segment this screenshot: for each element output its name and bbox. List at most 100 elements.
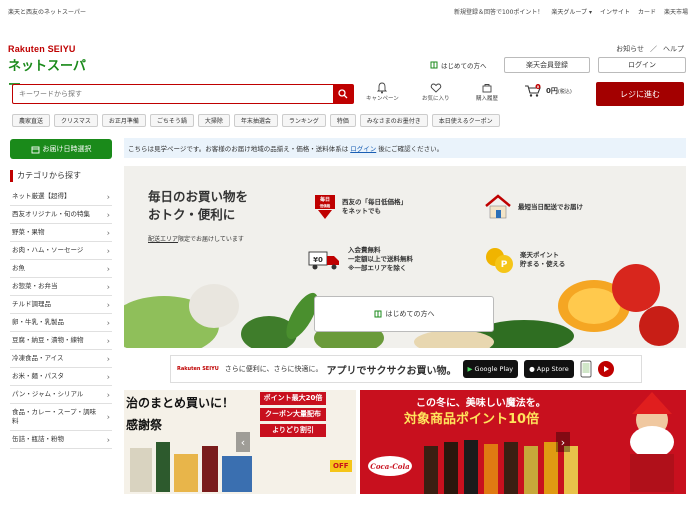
login-button[interactable]: ログイン bbox=[598, 57, 686, 73]
category-tab[interactable]: 大掃除 bbox=[197, 114, 230, 127]
category-item-label: お魚 bbox=[12, 264, 25, 272]
search-row: キャンペーン お気に入り 購入履歴 0 0円(税込) レジに進む bbox=[12, 82, 684, 106]
chevron-right-icon: › bbox=[106, 264, 110, 273]
coca-cola-logo: Coca-Cola bbox=[368, 456, 412, 476]
heart-icon bbox=[430, 83, 441, 93]
category-item[interactable]: チルド調理品 › bbox=[10, 296, 112, 314]
category-item[interactable]: 西友オリジナル・旬の特集 › bbox=[10, 206, 112, 224]
category-item[interactable]: 卵・牛乳・乳製品 › bbox=[10, 314, 112, 332]
feature-line: 一定額以上で送料無料 bbox=[348, 255, 413, 263]
app-promo-banner[interactable]: Rakuten SEIYU さらに便利に、さらに快適に。 アプリでサクサクお買い… bbox=[170, 355, 642, 383]
promo-right-line2: 対象商品ポイント10倍 bbox=[404, 412, 540, 427]
category-item[interactable]: お肉・ハム・ソーセージ › bbox=[10, 242, 112, 260]
category-item[interactable]: お惣菜・お弁当 › bbox=[10, 278, 112, 296]
search-box bbox=[12, 84, 354, 104]
hero-first-time-label: はじめての方へ bbox=[385, 310, 435, 318]
google-play-label: Google Play bbox=[474, 365, 514, 373]
search-button[interactable] bbox=[333, 85, 353, 103]
favorites-link[interactable]: お気に入り bbox=[422, 82, 450, 102]
chevron-right-icon: › bbox=[106, 318, 110, 327]
category-item[interactable]: 野菜・果物 › bbox=[10, 224, 112, 242]
notice-link[interactable]: お知らせ bbox=[616, 44, 644, 54]
chevron-right-icon: › bbox=[106, 336, 110, 345]
play-button[interactable] bbox=[597, 361, 614, 377]
hero-title: 毎日のお買い物を おトク・便利に bbox=[148, 188, 248, 224]
campaign-link[interactable]: キャンペーン bbox=[366, 82, 399, 102]
app-banner-text2: アプリでサクサクお買い物。 bbox=[326, 365, 457, 377]
category-tab[interactable]: 本日使えるクーポン bbox=[431, 114, 500, 127]
top-link-group[interactable]: 楽天グループ ▾ bbox=[551, 7, 592, 16]
category-tab[interactable]: ランキング bbox=[281, 114, 326, 127]
category-title: カテゴリから探す bbox=[10, 170, 112, 182]
top-link-signup[interactable]: 新規登録＆回答で100ポイント！ bbox=[454, 7, 543, 16]
hero-title-line2: おトク・便利に bbox=[148, 207, 236, 222]
category-item[interactable]: お米・麺・パスタ › bbox=[10, 368, 112, 386]
carousel-prev-button[interactable]: ‹ bbox=[236, 432, 250, 452]
checkout-button[interactable]: レジに進む bbox=[596, 82, 684, 106]
apple-icon: ● bbox=[529, 365, 535, 373]
category-item[interactable]: 食品・カレー・スープ・調味料 › bbox=[10, 404, 112, 431]
phone-icon bbox=[580, 360, 592, 378]
delivery-area-link[interactable]: 配送エリア bbox=[148, 236, 178, 243]
promo-carousel: 治のまとめ買いに！ 感謝祭 ポイント最大20倍 クーポン大量配布 よりどり割引 … bbox=[124, 390, 686, 494]
svg-text:毎日: 毎日 bbox=[320, 196, 330, 203]
category-item-label: お米・麺・パスタ bbox=[12, 372, 64, 380]
category-item-label: お惣菜・お弁当 bbox=[12, 282, 58, 290]
svg-text:P: P bbox=[501, 260, 508, 270]
category-item[interactable]: 缶詰・瓶詰・粉物 › bbox=[10, 431, 112, 449]
category-tab[interactable]: みなさまのお墨付き bbox=[359, 114, 428, 127]
promo-right-line1: この冬に、美味しい魔法を。 bbox=[416, 398, 546, 409]
promo-slide-coke[interactable]: この冬に、美味しい魔法を。 対象商品ポイント10倍 Coca-Cola › bbox=[360, 390, 686, 494]
calendar-icon bbox=[31, 146, 39, 153]
notice-text-before: こちらは見学ページです。お客様のお届け地域の品揃え・価格・送料体系は bbox=[128, 145, 349, 153]
category-item[interactable]: 豆腐・納豆・漬物・練物 › bbox=[10, 332, 112, 350]
santa-photo bbox=[630, 392, 674, 492]
cart[interactable]: 0 0円(税込) bbox=[524, 84, 572, 98]
chevron-right-icon: › bbox=[106, 372, 110, 381]
category-tab[interactable]: お正月準備 bbox=[101, 114, 146, 127]
category-item[interactable]: 冷凍食品・アイス › bbox=[10, 350, 112, 368]
site-logo[interactable]: Rakuten SEIYU ネットスーパー bbox=[8, 44, 98, 92]
category-item[interactable]: ネット厳選【超得】 › bbox=[10, 188, 112, 206]
first-time-link[interactable]: はじめての方へ bbox=[430, 58, 496, 72]
point-coin-icon: P bbox=[486, 248, 513, 273]
feature-daily-price: 毎日 低価格 西友の「毎日低価格」 をネットでも bbox=[314, 194, 407, 220]
tagline: 楽天と西友のネットスーパー bbox=[8, 9, 86, 16]
hero-title-line1: 毎日のお買い物を bbox=[148, 189, 249, 204]
category-item-label: 西友オリジナル・旬の特集 bbox=[12, 210, 90, 218]
play-store-icon: ▶ bbox=[467, 365, 473, 373]
feature-daily-price-text: 西友の「毎日低価格」 をネットでも bbox=[342, 198, 407, 216]
app-store-badge[interactable]: ● App Store bbox=[524, 360, 574, 378]
search-input[interactable] bbox=[13, 85, 331, 103]
guest-notice: こちらは見学ページです。お客様のお届け地域の品揃え・価格・送料体系は ログイン … bbox=[124, 138, 686, 158]
carousel-next-button[interactable]: › bbox=[556, 432, 570, 452]
category-item[interactable]: パン・ジャム・シリアル › bbox=[10, 386, 112, 404]
category-tab[interactable]: クリスマス bbox=[54, 114, 98, 127]
promo-off-badge: OFF bbox=[330, 460, 352, 472]
category-item-label: 卵・牛乳・乳製品 bbox=[12, 318, 64, 326]
delivery-date-button[interactable]: お届け日時選択 bbox=[10, 139, 112, 159]
category-tab[interactable]: 年末抽選会 bbox=[233, 114, 278, 127]
category-tab[interactable]: ごちそう鍋 bbox=[149, 114, 194, 127]
top-link-card[interactable]: カード bbox=[638, 7, 656, 16]
hero-first-time-button[interactable]: はじめての方へ bbox=[314, 296, 494, 332]
category-item-label: 缶詰・瓶詰・粉物 bbox=[12, 435, 64, 443]
bottles-photo bbox=[424, 440, 578, 494]
chevron-right-icon: › bbox=[106, 210, 110, 219]
category-item[interactable]: お魚 › bbox=[10, 260, 112, 278]
cart-amount: 0円(税込) bbox=[546, 86, 572, 96]
category-tab[interactable]: 農家直送 bbox=[12, 114, 51, 127]
chevron-right-icon: › bbox=[106, 435, 110, 444]
help-link[interactable]: ヘルプ bbox=[663, 44, 684, 54]
top-link-ichiba[interactable]: 楽天市場 bbox=[664, 7, 688, 16]
google-play-badge[interactable]: ▶ Google Play bbox=[462, 360, 519, 378]
chevron-right-icon: › bbox=[560, 435, 566, 449]
category-item-label: パン・ジャム・シリアル bbox=[12, 390, 84, 398]
chevron-right-icon: › bbox=[106, 246, 110, 255]
history-icon bbox=[482, 84, 492, 93]
member-register-button[interactable]: 楽天会員登録 bbox=[504, 57, 590, 73]
category-tab[interactable]: 特価 bbox=[329, 114, 356, 127]
notice-login-link[interactable]: ログイン bbox=[350, 143, 376, 153]
top-link-insight[interactable]: インサイト bbox=[600, 7, 630, 16]
history-link[interactable]: 購入履歴 bbox=[476, 82, 498, 102]
